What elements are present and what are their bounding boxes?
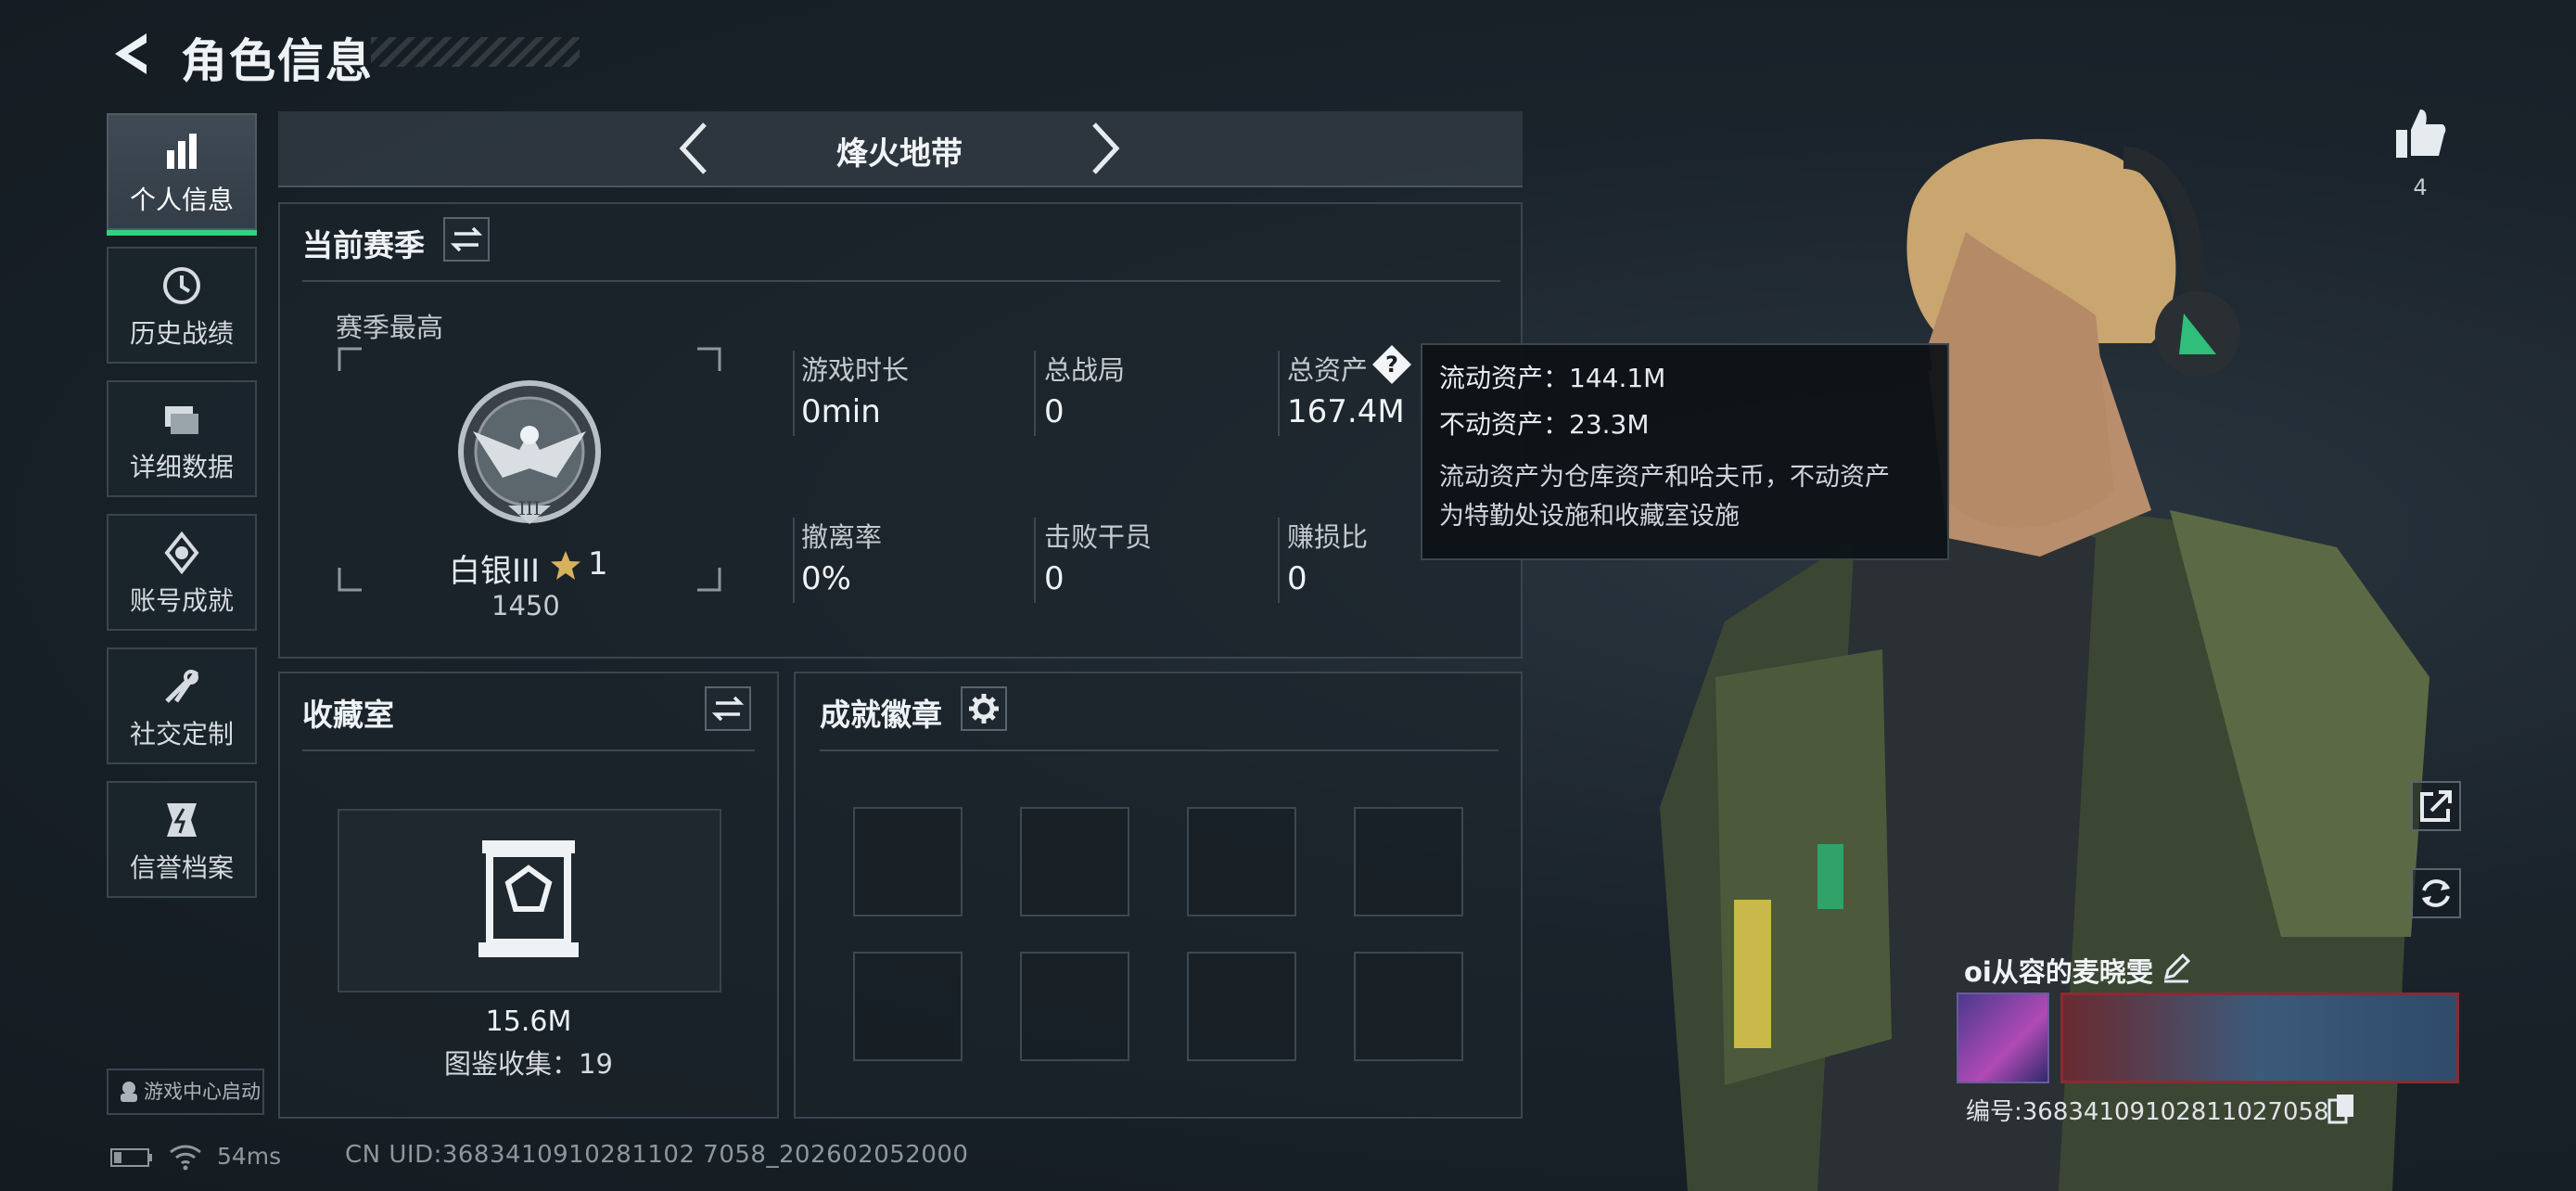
sidebar-item-label: 账号成就 [129,585,234,616]
star-icon [551,551,580,580]
edit-pencil-icon[interactable] [2161,952,2192,983]
display-case-icon [478,840,579,957]
bar-chart-icon [167,134,197,169]
season-best-label: 赛季最高 [336,312,444,343]
stat-label-operators-defeated: 击败干员 [1044,521,1153,553]
stat-value-operators-defeated: 0 [1044,560,1065,597]
stat-value-total-matches: 0 [1044,393,1065,430]
rank-silver-eagle-icon: III [458,380,601,524]
copy-icon[interactable] [2327,1093,2355,1124]
collection-title: 收藏室 [302,697,394,733]
stat-label-total-assets: 总资产 [1287,354,1369,386]
sidebar-item-social[interactable]: 社交定制 [107,647,257,764]
stat-value-total-assets: 167.4M [1287,393,1405,430]
rank-score: 1450 [491,590,560,621]
stat-value-playtime: 0min [801,393,881,430]
stat-label-extraction-rate: 撤离率 [801,521,883,553]
folder-icon [165,406,198,434]
stat-divider [1034,351,1036,436]
name-card-banner[interactable] [2060,992,2459,1083]
credit-icon [167,803,197,837]
next-mode-chevron-icon[interactable] [1087,121,1124,176]
page-title: 角色信息 [181,34,374,88]
badge-slot[interactable] [1187,807,1296,916]
badges-settings-button[interactable] [961,686,1007,731]
sidebar-item-history[interactable]: 历史战绩 [107,247,257,364]
mode-name: 烽火地带 [836,135,963,173]
collection-divider [302,749,755,751]
sidebar-item-label: 社交定制 [129,719,234,749]
refresh-button[interactable] [2411,868,2461,918]
tooltip-fixed-assets: 不动资产：23.3M [1439,409,1650,440]
sidebar-item-label: 历史战绩 [129,318,234,349]
stat-label-profit-loss-ratio: 赚损比 [1287,521,1369,553]
tooltip-liquid-assets: 流动资产：144.1M [1439,363,1666,393]
stat-value-profit-loss-ratio: 0 [1287,560,1307,597]
stat-value-extraction-rate: 0% [801,560,851,597]
game-center-launch-button[interactable]: 游戏中心启动 [107,1069,264,1115]
badges-title: 成就徽章 [820,697,942,733]
badge-slot[interactable] [1354,807,1463,916]
launch-label: 游戏中心启动 [144,1081,261,1103]
player-id: 编号:368341091028110270​58 [1966,1098,2329,1126]
sidebar-item-label: 个人信息 [129,185,234,215]
sidebar-item-label: 详细数据 [129,452,234,482]
stat-label-total-matches: 总战局 [1044,354,1126,386]
ping-latency: 54ms [217,1143,282,1170]
stat-divider [793,351,795,436]
stat-label-playtime: 游戏时长 [801,354,910,386]
badge-slot[interactable] [1187,952,1296,1061]
collection-value: 15.6M [485,1005,572,1038]
thumbs-up-icon[interactable] [2392,106,2448,161]
help-question-icon[interactable]: ? [1371,343,1413,386]
badge-slot[interactable] [853,807,963,916]
refresh-icon [2422,879,2450,907]
season-title: 当前赛季 [302,227,425,263]
sidebar-item-achievements[interactable]: 账号成就 [107,514,257,631]
prev-mode-chevron-icon[interactable] [675,121,712,176]
battery-icon [110,1148,152,1167]
server-uid: CN UID:3683410910281102 7058_20260205200… [345,1141,969,1169]
stat-divider [1034,518,1036,603]
back-arrow-icon[interactable] [102,26,158,82]
sidebar-item-detailed-data[interactable]: 详细数据 [107,380,257,497]
badges-divider [820,749,1498,751]
tools-icon [165,670,199,703]
season-divider [302,280,1500,282]
season-swap-button[interactable] [443,217,490,262]
stat-divider [793,518,795,603]
gear-icon [969,694,999,724]
tooltip-description-line1: 流动资产为仓库资产和哈夫币，不动资产 [1439,463,1890,492]
swap-icon [450,226,483,252]
badge-slot[interactable] [853,952,963,1061]
rank-stars: 1 [588,545,608,583]
tooltip-description-line2: 为特勤处设施和收藏室设施 [1439,502,1740,531]
wifi-icon [170,1145,201,1171]
sidebar-item-credit[interactable]: 信誉档案 [107,781,257,898]
badge-slot[interactable] [1354,952,1463,1061]
history-clock-icon [163,267,200,304]
share-icon [2420,790,2452,822]
sidebar-item-personal-info[interactable]: 个人信息 [107,113,257,236]
collection-swap-button[interactable] [705,686,751,731]
title-decoration [371,37,580,67]
swap-icon [711,696,745,722]
game-center-icon [121,1082,137,1102]
svg-text:?: ? [1385,352,1398,378]
svg-text:III: III [518,497,541,519]
stat-divider [1278,351,1280,436]
achievement-icon [164,531,199,575]
collection-catalog: 图鉴收集：19 [444,1048,613,1080]
assets-tooltip: 流动资产：144.1M 不动资产：23.3M 流动资产为仓库资产和哈夫币，不动资… [1421,343,1949,560]
stat-divider [1278,518,1280,603]
sidebar-item-label: 信誉档案 [129,852,234,883]
avatar-frame[interactable] [1957,992,2049,1083]
badge-slot[interactable] [1020,952,1129,1061]
likes-count: 4 [2413,174,2428,200]
badge-slot[interactable] [1020,807,1129,916]
player-name: oi从容的麦晓雯 [1964,956,2153,988]
share-button[interactable] [2411,781,2461,831]
